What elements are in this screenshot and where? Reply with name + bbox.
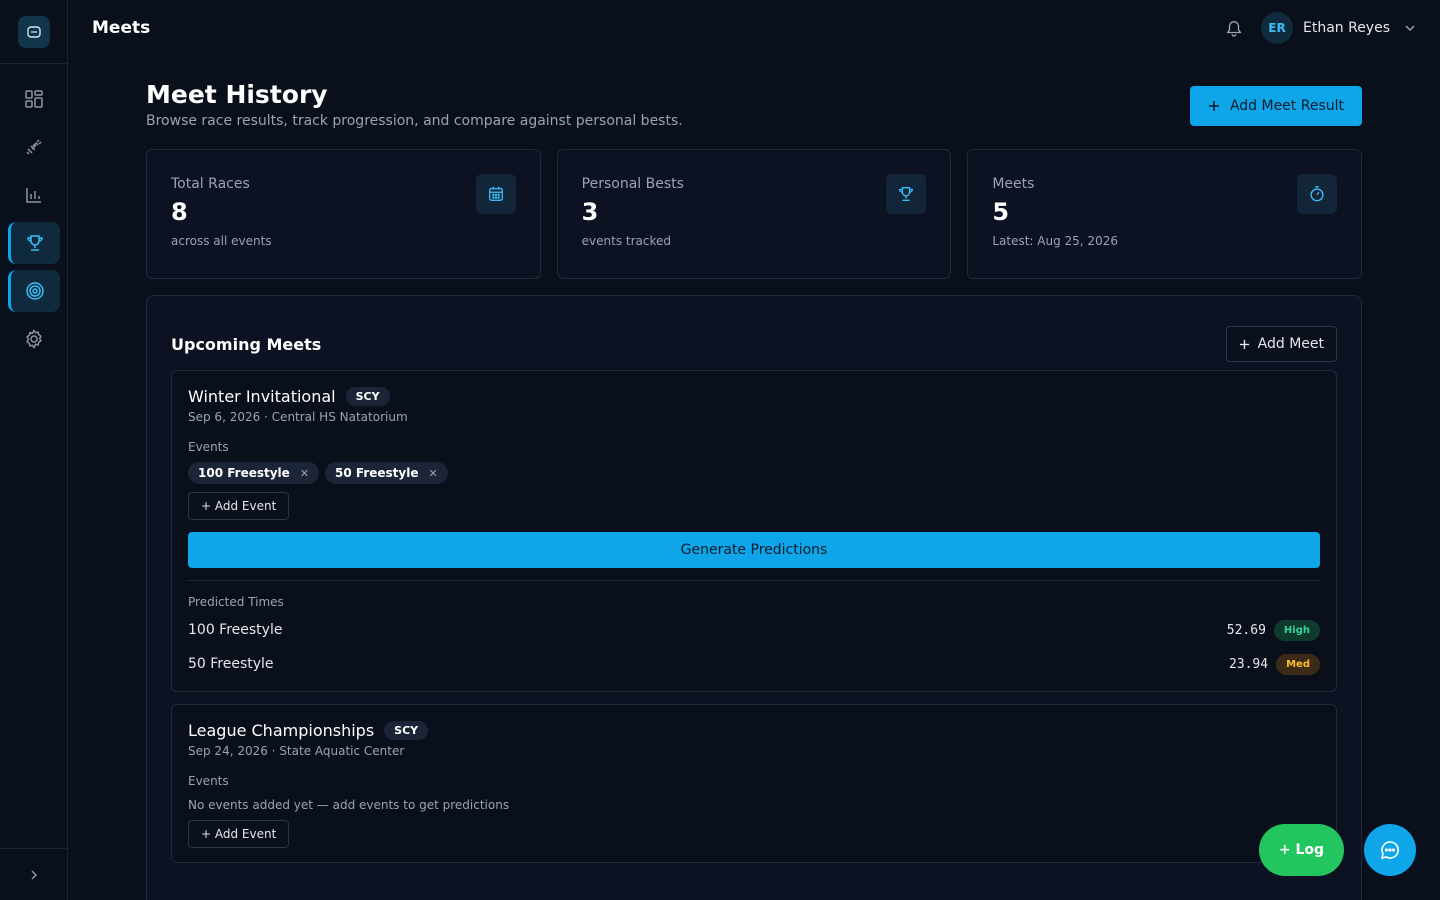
meet-meta: Sep 24, 2026 · State Aquatic Center [188,744,405,758]
analytics-icon[interactable] [8,174,60,216]
add-meet-result-label: Add Meet Result [1229,98,1344,114]
prediction-row: 100 Freestyle 52.69 High [188,617,1320,643]
prediction-event: 50 Freestyle [188,656,274,672]
prediction-row: 50 Freestyle 23.94 Med [188,651,1320,677]
meet-meta: Sep 6, 2026 · Central HS Natatorium [188,410,408,424]
stat-label: Personal Bests [581,176,684,192]
prediction-event: 100 Freestyle [188,622,283,638]
top-bar: Meets ER Ethan Reyes [68,0,1440,56]
event-chips: 100 Freestyle ✕ 50 Freestyle ✕ [188,462,1320,484]
no-events-note: No events added yet — add events to get … [188,798,510,812]
stat-value: 8 [171,198,188,226]
meet-header: Winter Invitational SCY [188,387,1320,406]
prediction-time: 52.69 [1226,622,1266,638]
course-badge: SCY [384,721,429,740]
stat-card-meets: Meets 5 Latest: Aug 25, 2026 [967,149,1363,279]
divider [188,580,1320,581]
stat-label: Meets [992,176,1035,192]
page-subtitle: Browse race results, track progression, … [146,113,683,129]
meet-card-league-championships: League Championships SCY Sep 24, 2026 · … [171,704,1337,863]
confidence-badge: Med [1276,653,1320,675]
meet-header: League Championships SCY [188,721,1320,740]
meet-name: League Championships [188,721,375,740]
app-logo-icon[interactable] [17,15,50,48]
upcoming-meets-title: Upcoming Meets [171,334,322,354]
remove-event-close-icon[interactable]: ✕ [429,467,438,480]
user-name[interactable]: Ethan Reyes [1303,20,1390,36]
upcoming-meets-panel: Upcoming Meets Add Meet Winter Invitatio… [146,295,1362,900]
settings-gear-icon[interactable] [8,318,60,360]
stat-note: across all events [171,234,272,248]
quick-log-button[interactable]: + Log [1259,824,1344,876]
sidebar-nav [0,64,67,360]
user-avatar[interactable]: ER [1260,12,1293,44]
page-title: Meet History [146,80,328,109]
notifications-bell-icon[interactable] [1225,19,1243,37]
stat-label: Total Races [171,176,250,192]
events-label: Events [188,440,229,454]
goals-target-icon[interactable] [7,270,60,312]
user-menu-chevron-down-icon[interactable] [1404,22,1416,34]
event-chip-label: 50 Freestyle [335,466,419,480]
sidebar-expand-chevron-icon[interactable] [0,848,68,900]
chat-bubble-icon[interactable] [1364,824,1416,876]
page-header: Meet History Browse race results, track … [146,80,1362,129]
add-meet-result-button[interactable]: Add Meet Result [1189,86,1362,126]
meet-name: Winter Invitational [188,387,336,406]
stats-row: Total Races 8 across all events Personal… [146,149,1363,279]
add-meet-label: Add Meet [1257,336,1324,352]
stat-note: Latest: Aug 25, 2026 [992,234,1118,248]
topbar-title: Meets [92,18,151,38]
generate-predictions-button[interactable]: Generate Predictions [188,532,1320,568]
upcoming-meets-header: Upcoming Meets Add Meet [171,326,1337,362]
main-content: Meet History Browse race results, track … [146,80,1363,900]
sidebar [0,0,68,900]
course-badge: SCY [345,387,390,406]
meets-trophy-icon[interactable] [7,222,60,264]
stopwatch-icon [1297,174,1338,214]
stat-value: 5 [992,198,1010,226]
workouts-icon[interactable] [8,126,60,168]
prediction-time: 23.94 [1228,656,1269,672]
stat-card-total-races: Total Races 8 across all events [146,149,541,279]
event-chip: 50 Freestyle ✕ [325,462,448,484]
event-chip-label: 100 Freestyle [198,466,290,480]
stat-note: events tracked [581,234,672,248]
predicted-times-label: Predicted Times [188,595,284,609]
plus-icon [1208,101,1219,111]
events-label: Events [188,774,229,788]
stat-card-personal-bests: Personal Bests 3 events tracked [556,149,952,279]
dashboard-icon[interactable] [8,78,60,120]
remove-event-close-icon[interactable]: ✕ [300,467,309,480]
logo-area [0,0,67,64]
event-chip: 100 Freestyle ✕ [188,462,320,484]
plus-icon [1239,339,1249,349]
add-event-button[interactable]: + Add Event [188,820,290,848]
trophy-icon [886,174,927,214]
meet-card-winter-invitational: Winter Invitational SCY Sep 6, 2026 · Ce… [171,370,1337,692]
add-event-button[interactable]: + Add Event [188,492,290,520]
topbar-actions: ER Ethan Reyes [1225,12,1416,44]
stat-value: 3 [581,198,599,226]
add-meet-button[interactable]: Add Meet [1225,326,1337,362]
confidence-badge: High [1273,619,1320,641]
calendar-icon [475,174,516,214]
